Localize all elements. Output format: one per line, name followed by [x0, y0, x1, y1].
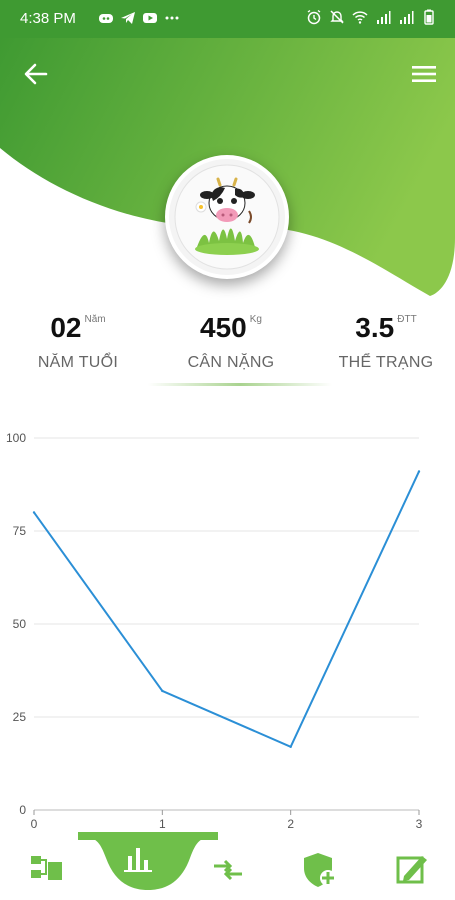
- data-point: [417, 470, 421, 473]
- wifi-icon: [352, 11, 368, 24]
- y-tick-label: 25: [13, 710, 27, 724]
- more-dots-icon: [165, 16, 179, 20]
- back-arrow-icon[interactable]: [22, 60, 50, 88]
- y-tick-label: 50: [13, 617, 27, 631]
- discord-icon: [99, 14, 113, 23]
- shield-plus-icon[interactable]: [300, 850, 340, 890]
- bottom-navigation: [0, 832, 455, 900]
- y-tick-label: 75: [13, 524, 27, 538]
- active-stat-indicator: [148, 383, 332, 386]
- mute-icon: [330, 10, 344, 24]
- hamburger-menu-icon[interactable]: [411, 62, 437, 86]
- stat-weight[interactable]: 450 Kg CÂN NẶNG: [161, 312, 301, 372]
- alarm-icon: [307, 9, 321, 25]
- status-time: 4:38 PM: [20, 10, 76, 27]
- x-tick-label: 3: [416, 817, 423, 831]
- series-line: [33, 471, 420, 749]
- cow-avatar-image[interactable]: [165, 155, 289, 279]
- signal-icon: [377, 11, 391, 24]
- youtube-icon: [143, 13, 157, 23]
- stat-condition-label: THỂ TRẠNG: [338, 354, 434, 371]
- data-point: [161, 689, 164, 693]
- transfer-arrows-icon[interactable]: [208, 850, 248, 890]
- stat-weight-value: 450: [200, 312, 247, 343]
- telegram-icon: [121, 12, 135, 24]
- y-tick-label: 100: [6, 431, 26, 445]
- cow-illustration: [169, 159, 285, 275]
- weight-line-chart: 0 25 50 75 100 0 1 2 3: [6, 431, 423, 831]
- status-bar: 4:38 PM: [0, 0, 455, 38]
- x-tick-label: 2: [287, 817, 294, 831]
- hierarchy-icon[interactable]: [28, 850, 68, 890]
- y-tick-label: 0: [19, 803, 26, 817]
- stat-condition-value: 3.5: [355, 312, 395, 343]
- edit-document-icon[interactable]: [392, 850, 432, 890]
- stat-age-unit: Năm: [84, 314, 106, 325]
- stat-age[interactable]: 02 Năm NĂM TUỔI: [8, 312, 148, 372]
- stat-weight-label: CÂN NẶNG: [187, 354, 275, 371]
- signal-icon: [400, 11, 414, 24]
- data-point: [289, 745, 292, 748]
- x-tick-label: 1: [159, 817, 166, 831]
- bar-chart-icon[interactable]: [120, 840, 160, 880]
- data-point: [32, 511, 36, 514]
- stat-age-label: NĂM TUỔI: [37, 354, 119, 371]
- stat-weight-unit: Kg: [249, 314, 262, 325]
- stat-condition[interactable]: 3.5 ĐTT THỂ TRẠNG: [316, 312, 455, 372]
- battery-icon: [424, 9, 434, 25]
- x-tick-label: 0: [31, 817, 38, 831]
- stat-age-value: 02: [50, 312, 82, 343]
- stat-condition-unit: ĐTT: [397, 314, 417, 325]
